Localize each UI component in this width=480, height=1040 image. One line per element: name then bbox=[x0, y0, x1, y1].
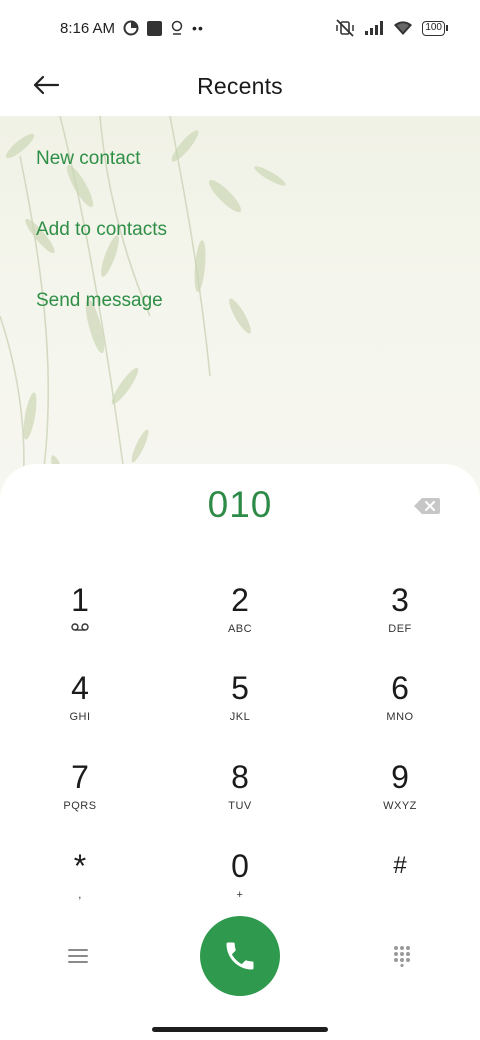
key-letters: GHI bbox=[69, 711, 91, 723]
key-digit: 2 bbox=[231, 582, 249, 618]
key-hash[interactable]: # bbox=[340, 846, 460, 918]
wallpaper-backdrop bbox=[0, 116, 480, 516]
add-to-contacts-link[interactable]: Add to contacts bbox=[36, 219, 167, 241]
key-digit: 4 bbox=[71, 670, 89, 706]
key-letters: PQRS bbox=[63, 800, 97, 812]
key-8[interactable]: 8 TUV bbox=[180, 757, 300, 829]
key-6[interactable]: 6 MNO bbox=[340, 668, 460, 740]
key-1[interactable]: 1 bbox=[20, 580, 140, 652]
backspace-icon bbox=[414, 498, 440, 514]
key-digit: 3 bbox=[391, 582, 409, 618]
key-letters: WXYZ bbox=[383, 800, 417, 812]
status-right: 100 bbox=[335, 19, 448, 37]
key-digit: # bbox=[393, 852, 407, 879]
key-letters: ABC bbox=[227, 623, 253, 635]
signal-icon bbox=[365, 21, 384, 35]
dialpad-icon bbox=[394, 946, 410, 967]
more-dots-icon: •• bbox=[192, 20, 204, 36]
phone-icon bbox=[226, 942, 254, 970]
backspace-button[interactable] bbox=[413, 495, 441, 517]
menu-button[interactable] bbox=[60, 938, 96, 974]
key-digit: * bbox=[73, 848, 87, 884]
key-digit: 8 bbox=[231, 759, 249, 795]
hamburger-menu-icon bbox=[68, 949, 88, 963]
clock-icon bbox=[123, 20, 139, 36]
battery-icon: 100 bbox=[422, 20, 448, 36]
dialpad-toggle-button[interactable] bbox=[384, 938, 420, 974]
home-indicator[interactable] bbox=[152, 1027, 328, 1032]
vibrate-mute-icon bbox=[336, 19, 355, 37]
page-title: Recents bbox=[197, 72, 283, 99]
key-letters: TUV bbox=[228, 800, 252, 812]
new-contact-link[interactable]: New contact bbox=[36, 148, 141, 170]
key-digit: 0 bbox=[231, 848, 249, 884]
status-bar: 8:16 AM •• 100 bbox=[0, 0, 480, 56]
call-button[interactable] bbox=[200, 916, 280, 996]
key-letters: + bbox=[236, 889, 244, 901]
key-digit: 5 bbox=[231, 670, 249, 706]
wifi-icon bbox=[394, 21, 413, 35]
battery-level: 100 bbox=[422, 20, 445, 36]
key-5[interactable]: 5 JKL bbox=[180, 668, 300, 740]
willow-branches-decoration bbox=[0, 116, 286, 516]
app-header: Recents bbox=[0, 56, 480, 116]
status-time: 8:16 AM bbox=[60, 19, 116, 37]
key-letters: , bbox=[78, 889, 82, 901]
back-button[interactable] bbox=[30, 69, 62, 101]
key-star[interactable]: * , bbox=[20, 846, 140, 918]
key-letters: DEF bbox=[388, 623, 412, 635]
square-icon bbox=[147, 20, 163, 36]
key-4[interactable]: 4 GHI bbox=[20, 668, 140, 740]
key-0[interactable]: 0 + bbox=[180, 846, 300, 918]
key-2[interactable]: 2 ABC bbox=[180, 580, 300, 652]
send-message-link[interactable]: Send message bbox=[36, 290, 163, 312]
key-letters: JKL bbox=[229, 711, 251, 723]
dialed-number: 010 bbox=[207, 484, 273, 525]
key-digit: 6 bbox=[391, 670, 409, 706]
key-7[interactable]: 7 PQRS bbox=[20, 757, 140, 829]
status-left: 8:16 AM •• bbox=[60, 20, 204, 37]
key-digit: 1 bbox=[71, 582, 89, 618]
back-arrow-icon bbox=[33, 75, 60, 95]
key-letters: MNO bbox=[386, 711, 414, 723]
key-9[interactable]: 9 WXYZ bbox=[340, 757, 460, 829]
key-3[interactable]: 3 DEF bbox=[340, 580, 460, 652]
voicemail-icon bbox=[71, 623, 89, 631]
key-digit: 9 bbox=[391, 759, 409, 795]
location-icon bbox=[171, 20, 183, 35]
key-digit: 7 bbox=[71, 759, 89, 795]
